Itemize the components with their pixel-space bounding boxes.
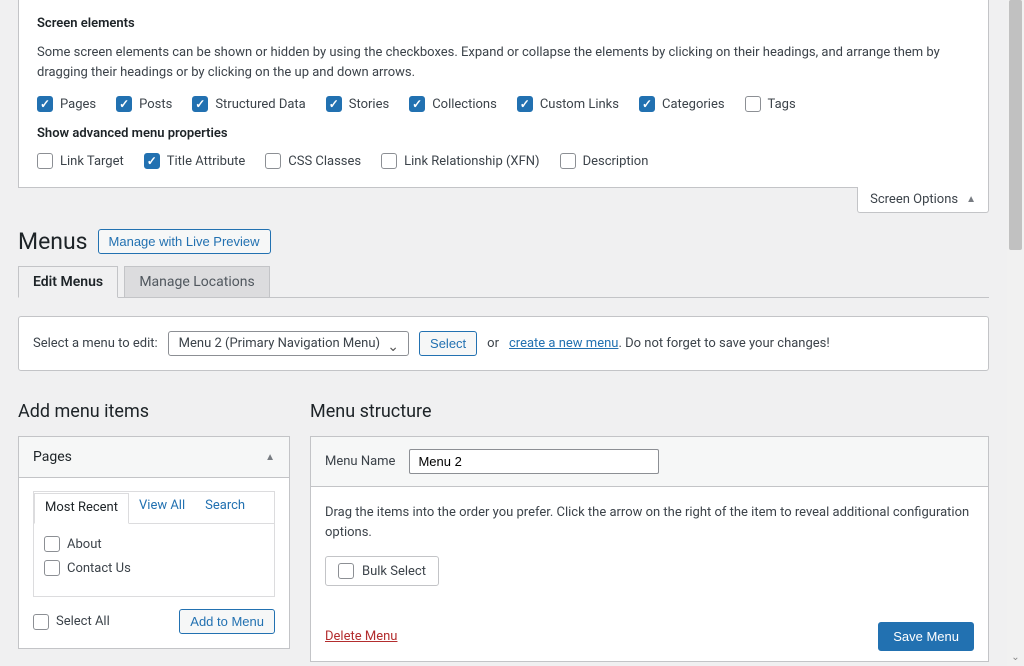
- checkbox-input[interactable]: [33, 614, 49, 630]
- checkbox-collections[interactable]: Collections: [409, 96, 497, 112]
- checkbox-tags[interactable]: Tags: [745, 96, 796, 112]
- select-menu-label: Select a menu to edit:: [33, 336, 158, 351]
- screen-options-toggle[interactable]: Screen Options ▲: [857, 187, 989, 213]
- checkbox-stories[interactable]: Stories: [326, 96, 389, 112]
- add-to-menu-button[interactable]: Add to Menu: [179, 609, 275, 634]
- checkbox-input[interactable]: [37, 96, 53, 112]
- nav-tabs: Edit Menus Manage Locations: [18, 265, 989, 298]
- or-text: or: [487, 336, 499, 351]
- structure-description: Drag the items into the order you prefer…: [325, 503, 974, 542]
- screen-elements-heading: Screen elements: [37, 16, 970, 31]
- checkbox-input[interactable]: [116, 96, 132, 112]
- pages-metabox: Pages ▲ Most Recent View All Search Abou…: [18, 436, 290, 649]
- screen-options-panel: Screen elements Some screen elements can…: [18, 0, 989, 188]
- checkbox-input[interactable]: [44, 560, 60, 576]
- checkbox-custom-links[interactable]: Custom Links: [517, 96, 619, 112]
- menu-select-dropdown[interactable]: Menu 2 (Primary Navigation Menu): [168, 331, 409, 356]
- checkbox-title-attribute[interactable]: Title Attribute: [144, 153, 246, 169]
- scrollbar-down-arrow[interactable]: ⌄: [1007, 649, 1024, 666]
- screen-elements-description: Some screen elements can be shown or hid…: [37, 43, 970, 82]
- checkbox-categories[interactable]: Categories: [639, 96, 725, 112]
- checkbox-input[interactable]: [639, 96, 655, 112]
- checkbox-input[interactable]: [144, 153, 160, 169]
- checkbox-description[interactable]: Description: [560, 153, 649, 169]
- pages-metabox-header[interactable]: Pages ▲: [19, 437, 289, 478]
- page-item-contact-us[interactable]: Contact Us: [44, 560, 264, 576]
- reminder-text: . Do not forget to save your changes!: [618, 336, 829, 351]
- menu-name-label: Menu Name: [325, 454, 395, 469]
- add-menu-items-heading: Add menu items: [18, 401, 290, 422]
- checkbox-input[interactable]: [381, 153, 397, 169]
- menu-structure-heading: Menu structure: [310, 401, 989, 422]
- checkbox-input[interactable]: [409, 96, 425, 112]
- advanced-properties-heading: Show advanced menu properties: [37, 126, 970, 141]
- tab-manage-locations[interactable]: Manage Locations: [124, 266, 269, 297]
- tab-edit-menus[interactable]: Edit Menus: [18, 266, 118, 298]
- checkbox-link-target[interactable]: Link Target: [37, 153, 124, 169]
- checkbox-input[interactable]: [745, 96, 761, 112]
- checkbox-link-relationship[interactable]: Link Relationship (XFN): [381, 153, 539, 169]
- delete-menu-link[interactable]: Delete Menu: [325, 629, 397, 644]
- scrollbar-track[interactable]: ⌄: [1007, 0, 1024, 666]
- select-button[interactable]: Select: [419, 331, 477, 356]
- checkbox-posts[interactable]: Posts: [116, 96, 172, 112]
- sub-tab-search[interactable]: Search: [195, 492, 255, 523]
- bulk-select-toggle[interactable]: Bulk Select: [325, 556, 439, 586]
- select-menu-bar: Select a menu to edit: Menu 2 (Primary N…: [18, 316, 989, 371]
- chevron-up-icon: ▲: [265, 452, 275, 463]
- scrollbar-thumb[interactable]: [1009, 0, 1022, 250]
- create-new-menu-link[interactable]: create a new menu: [509, 336, 618, 351]
- checkbox-input[interactable]: [265, 153, 281, 169]
- checkbox-input[interactable]: [37, 153, 53, 169]
- checkbox-structured-data[interactable]: Structured Data: [192, 96, 305, 112]
- checkbox-input[interactable]: [192, 96, 208, 112]
- sub-tab-most-recent[interactable]: Most Recent: [34, 493, 129, 524]
- sub-tab-view-all[interactable]: View All: [129, 492, 195, 523]
- manage-live-preview-button[interactable]: Manage with Live Preview: [98, 229, 271, 254]
- menu-name-input[interactable]: [409, 449, 659, 474]
- checkbox-css-classes[interactable]: CSS Classes: [265, 153, 361, 169]
- select-all-checkbox[interactable]: Select All: [33, 614, 110, 630]
- save-menu-button[interactable]: Save Menu: [878, 622, 974, 651]
- advanced-properties-checkboxes: Link Target Title Attribute CSS Classes …: [37, 153, 970, 169]
- checkbox-input[interactable]: [560, 153, 576, 169]
- checkbox-pages[interactable]: Pages: [37, 96, 96, 112]
- checkbox-input[interactable]: [326, 96, 342, 112]
- checkbox-input[interactable]: [338, 563, 354, 579]
- page-title: Menus: [18, 228, 88, 255]
- menu-structure-box: Menu Name Drag the items into the order …: [310, 436, 989, 662]
- screen-elements-checkboxes: Pages Posts Structured Data Stories Coll…: [37, 96, 970, 112]
- checkbox-input[interactable]: [517, 96, 533, 112]
- page-item-about[interactable]: About: [44, 536, 264, 552]
- checkbox-input[interactable]: [44, 536, 60, 552]
- chevron-up-icon: ▲: [966, 194, 976, 205]
